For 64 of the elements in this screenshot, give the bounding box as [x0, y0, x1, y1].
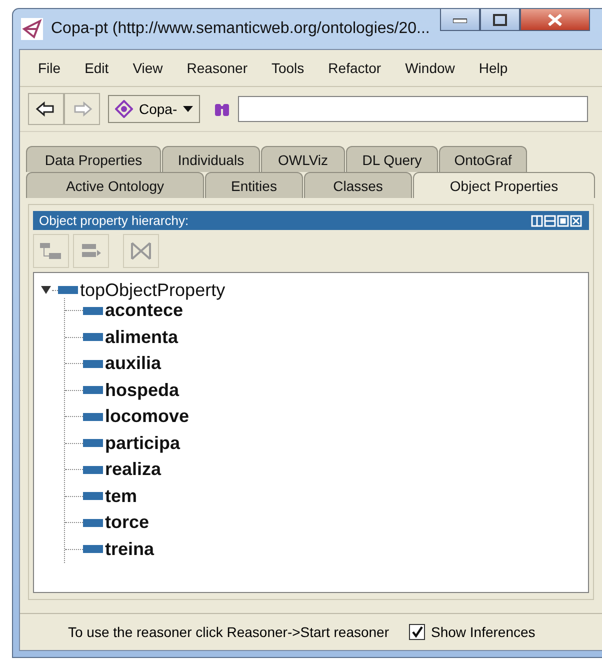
binoculars-icon — [214, 101, 230, 117]
menu-item[interactable]: File — [26, 58, 73, 78]
tree-item[interactable]: acontece — [105, 300, 184, 322]
property-icon — [83, 412, 103, 421]
tree-item[interactable]: locomove — [105, 406, 190, 428]
property-icon — [83, 333, 103, 342]
tab[interactable]: Entities — [205, 172, 303, 198]
property-icon — [83, 360, 103, 368]
status-message: To use the reasoner click Reasoner->Start reasoner — [68, 624, 389, 640]
property-icon — [83, 466, 103, 474]
property-icon — [83, 306, 103, 315]
checkbox-label[interactable]: Show Inferences — [431, 624, 536, 640]
view-controls-icon[interactable] — [531, 214, 583, 226]
back-button[interactable] — [28, 93, 64, 125]
delete-icon — [130, 241, 152, 261]
tab[interactable]: Individuals — [162, 146, 260, 172]
tab[interactable]: OWLViz — [261, 146, 345, 172]
tab[interactable]: Object Properties — [413, 172, 595, 198]
search-field[interactable] — [238, 96, 588, 122]
tab[interactable]: DL Query — [346, 146, 438, 172]
tree-item[interactable]: torce — [105, 512, 150, 534]
window-title: Copa-pt (http://www.semanticweb.org/ontologies/20... — [51, 20, 430, 38]
menu-item[interactable]: Tools — [259, 58, 316, 78]
add-sibling-icon — [80, 242, 102, 260]
property-icon — [83, 492, 103, 500]
menu-item[interactable]: View — [120, 58, 175, 78]
tab[interactable]: Data Properties — [26, 146, 161, 172]
tab[interactable]: Active Ontology — [26, 172, 204, 198]
tree-item[interactable]: auxilia — [105, 353, 162, 374]
menu-item[interactable]: Reasoner — [174, 58, 260, 78]
close-button[interactable] — [520, 9, 590, 31]
menu-item[interactable]: Window — [393, 58, 467, 78]
maximize-button[interactable] — [480, 9, 520, 31]
tree-item[interactable]: treina — [105, 538, 154, 560]
property-icon — [83, 518, 103, 527]
caret-icon — [183, 106, 194, 112]
tree-item[interactable]: alimenta — [105, 326, 178, 348]
menu-item[interactable]: Edit — [72, 58, 121, 78]
property-icon — [58, 286, 78, 294]
property-icon — [83, 386, 103, 394]
property-icon — [83, 439, 103, 448]
tab[interactable]: OntoGraf — [439, 146, 527, 172]
tree-item[interactable]: hospeda — [105, 380, 180, 401]
expanded-triangle-icon[interactable] — [40, 285, 52, 296]
tab[interactable]: Classes — [304, 172, 412, 198]
close-icon — [548, 14, 562, 26]
minimize-button[interactable] — [440, 9, 480, 31]
property-icon — [83, 545, 103, 554]
menu-item[interactable]: Help — [466, 58, 520, 78]
tree-item[interactable]: topObjectProperty — [80, 280, 226, 301]
ontology-dropdown[interactable]: Copa- — [108, 95, 200, 123]
minimize-icon — [452, 16, 467, 22]
add-subproperty-icon — [40, 242, 62, 260]
left-arrow-icon — [35, 100, 57, 118]
maximize-icon — [492, 14, 507, 26]
tree-item[interactable]: realiza — [105, 459, 162, 480]
menu-item[interactable]: Refactor — [316, 58, 394, 78]
app-logo-icon — [21, 18, 43, 40]
checkbox[interactable] — [409, 624, 425, 640]
checkmark-icon — [411, 626, 423, 638]
diamond-icon — [115, 100, 133, 118]
panel-title: Object property hierarchy: — [39, 213, 189, 228]
tree-item[interactable]: participa — [105, 432, 180, 454]
tree-item[interactable]: tem — [105, 486, 138, 507]
